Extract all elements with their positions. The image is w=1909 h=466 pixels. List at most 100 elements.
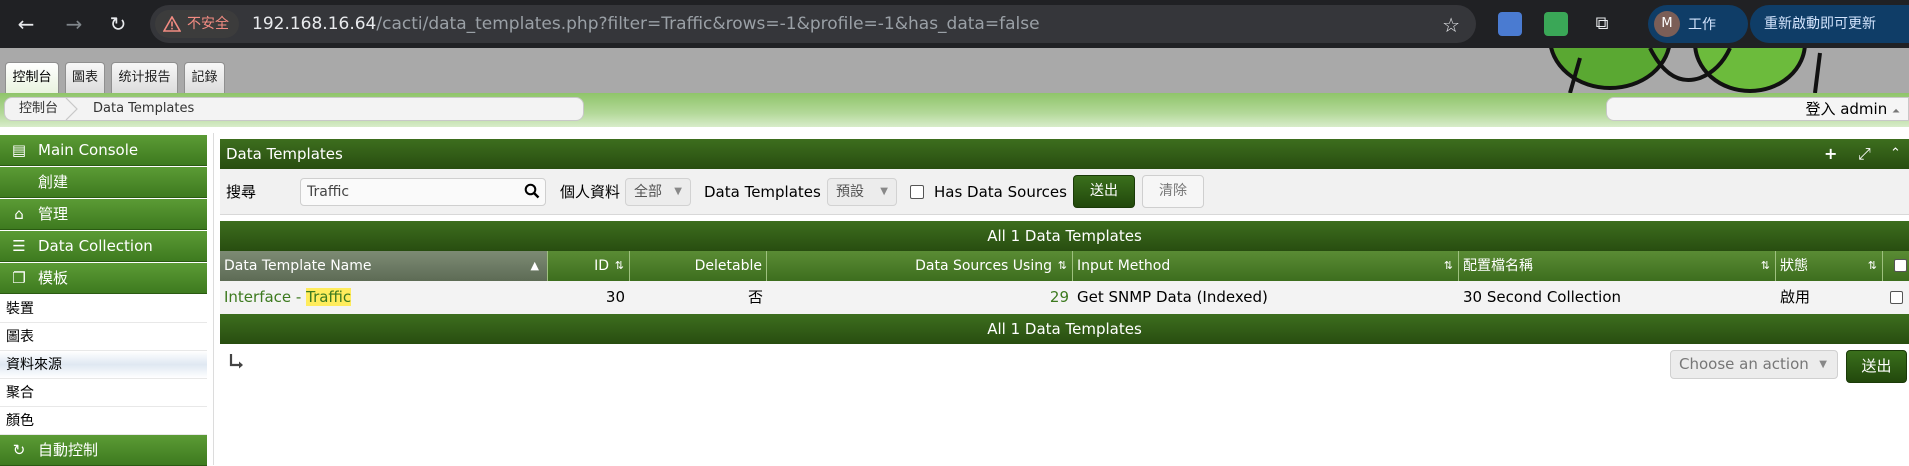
sidebar-templates[interactable]: ❐ 模板 — [0, 263, 207, 294]
database-icon: ☰ — [12, 237, 26, 255]
sort-icon: ⇅ — [614, 259, 624, 272]
profile-button[interactable]: M 工作 — [1648, 5, 1748, 43]
select-all-checkbox[interactable] — [1894, 259, 1907, 272]
caret-up-icon: ⏶ — [1892, 106, 1900, 117]
security-chip[interactable]: 不安全 — [155, 10, 239, 38]
tab-reports[interactable]: 统计报告 — [111, 62, 178, 93]
sidebar: ▤ Main Console 創建 ⌂ 管理 ☰ Data Collection ❐ 模… — [0, 133, 207, 466]
table-row[interactable]: Interface - Traffic 30 否 29 Get SNMP Dat… — [220, 281, 1909, 314]
filter-bar: 搜尋 個人資料 全部 ▼ Data Templates 預設 ▼ Has Data … — [220, 169, 1909, 215]
action-select[interactable]: Choose an action ▼ — [1670, 350, 1838, 379]
template-id: 30 — [605, 288, 625, 306]
sidebar-label: 管理 — [38, 205, 69, 223]
table-header: Data Template Name ▲ ID ⇅ Deletable Data S… — [220, 251, 1909, 281]
extensions-puzzle-icon[interactable]: ⧉ — [1590, 12, 1614, 36]
sidebar-item-graphs[interactable]: 圖表 — [0, 323, 207, 351]
panel-header: Data Templates + ⤢ ⌃ — [220, 139, 1909, 169]
breadcrumb-current: Data Templates — [93, 101, 195, 116]
sidebar-item-aggregate[interactable]: 聚合 — [0, 379, 207, 407]
go-button[interactable]: 送出 — [1073, 175, 1135, 208]
tab-console[interactable]: 控制台 — [5, 62, 59, 93]
chevron-down-icon: ▼ — [1819, 359, 1827, 370]
bookmark-star-icon[interactable]: ☆ — [1442, 13, 1460, 37]
sort-icon: ⇅ — [1760, 259, 1770, 272]
template-deletable: 否 — [747, 288, 763, 306]
cactus-logo-art — [1549, 48, 1909, 93]
translate-extension-icon[interactable] — [1498, 12, 1522, 36]
sidebar-create[interactable]: 創建 — [0, 167, 207, 198]
automation-icon: ↻ — [12, 441, 26, 459]
sidebar-item-devices[interactable]: 裝置 — [0, 295, 207, 323]
tab-groups-extension-icon[interactable] — [1544, 12, 1568, 36]
tab-graphs[interactable]: 圖表 — [65, 62, 105, 93]
url-text[interactable]: 192.168.16.64/cacti/data_templates.php?f… — [252, 5, 1040, 43]
column-label: 配置檔名稱 — [1463, 258, 1533, 274]
table-nav-bottom: All 1 Data Templates — [220, 314, 1909, 344]
arrow-down-right-icon — [229, 354, 243, 369]
column-label: 狀態 — [1780, 258, 1808, 274]
column-header-deletable[interactable]: Deletable — [630, 251, 767, 281]
breadcrumb: 控制台 Data Templates — [4, 97, 584, 121]
column-label: ID — [594, 258, 609, 274]
login-info[interactable]: 登入 admin ⏶ — [1606, 97, 1909, 121]
templates-select-value: 預設 — [836, 184, 864, 200]
column-header-name[interactable]: Data Template Name ▲ — [220, 251, 548, 281]
template-name-link[interactable]: Interface - Traffic — [224, 281, 352, 314]
warning-icon — [163, 16, 181, 32]
row-checkbox[interactable] — [1890, 291, 1903, 304]
sidebar-label: Data Collection — [38, 237, 153, 255]
update-button[interactable]: 重新啟動即可更新 — [1750, 5, 1909, 43]
profile-select[interactable]: 全部 ▼ — [625, 178, 691, 206]
url-host: 192.168.16.64 — [252, 14, 377, 34]
expand-icon[interactable]: ⤢ — [1858, 139, 1871, 169]
browser-toolbar: ← → ↻ 不安全 192.168.16.64/cacti/data_templ… — [0, 0, 1909, 48]
sidebar-label: Main Console — [38, 141, 139, 159]
back-icon[interactable]: ← — [12, 10, 40, 38]
sidebar-item-colors[interactable]: 顏色 — [0, 407, 207, 435]
submit-action-button[interactable]: 送出 — [1846, 350, 1907, 383]
chevron-down-icon: ▼ — [674, 186, 682, 197]
sidebar-label: 創建 — [38, 173, 69, 191]
tab-logs[interactable]: 記錄 — [184, 62, 225, 93]
collapse-icon[interactable]: ⌃ — [1890, 139, 1901, 169]
chevron-down-icon: ▼ — [880, 186, 888, 197]
add-icon[interactable]: + — [1824, 139, 1837, 169]
sort-icon: ⇅ — [1443, 259, 1453, 272]
sidebar-manage[interactable]: ⌂ 管理 — [0, 199, 207, 230]
sidebar-data-collection[interactable]: ☰ Data Collection — [0, 231, 207, 262]
address-bar[interactable]: 不安全 192.168.16.64/cacti/data_templates.p… — [150, 5, 1476, 43]
security-label: 不安全 — [187, 16, 229, 32]
copy-icon: ❐ — [12, 269, 26, 287]
sort-asc-icon: ▲ — [530, 259, 539, 272]
breadcrumb-bar: 控制台 Data Templates 登入 admin ⏶ — [0, 93, 1909, 127]
column-header-id[interactable]: ID ⇅ — [548, 251, 630, 281]
reload-icon[interactable]: ↻ — [104, 10, 132, 38]
column-label: Input Method — [1077, 258, 1171, 274]
column-header-input-method[interactable]: Input Method ⇅ — [1073, 251, 1459, 281]
has-data-sources-checkbox[interactable] — [910, 185, 924, 199]
status-cell: 啟用 — [1780, 288, 1811, 306]
page-title: Data Templates — [226, 145, 343, 163]
breadcrumb-console[interactable]: 控制台 — [19, 98, 58, 120]
sidebar-automation[interactable]: ↻ 自動控制 — [0, 435, 207, 466]
has-data-sources-label: Has Data Sources — [934, 183, 1067, 201]
column-label: Data Sources Using — [915, 258, 1052, 274]
home-icon: ⌂ — [14, 205, 24, 223]
forward-icon[interactable]: → — [60, 10, 88, 38]
sidebar-item-data-sources[interactable]: 資料來源 — [0, 351, 207, 379]
sidebar-divider — [213, 133, 214, 465]
table-nav-top: All 1 Data Templates — [220, 221, 1909, 251]
column-header-status[interactable]: 狀態 ⇅ — [1776, 251, 1883, 281]
avatar: M — [1654, 11, 1680, 37]
search-icon[interactable] — [524, 183, 540, 199]
column-header-profile[interactable]: 配置檔名稱 ⇅ — [1459, 251, 1776, 281]
sidebar-main-console[interactable]: ▤ Main Console — [0, 135, 207, 166]
data-sources-using-link[interactable]: 29 — [767, 281, 1069, 314]
map-icon: ▤ — [11, 141, 27, 159]
clear-button[interactable]: 清除 — [1142, 175, 1204, 208]
input-method: Get SNMP Data (Indexed) — [1077, 288, 1268, 306]
column-header-data-sources-using[interactable]: Data Sources Using ⇅ — [767, 251, 1073, 281]
templates-select[interactable]: 預設 ▼ — [827, 178, 897, 206]
search-input[interactable] — [300, 178, 546, 206]
action-select-value: Choose an action — [1679, 355, 1809, 373]
